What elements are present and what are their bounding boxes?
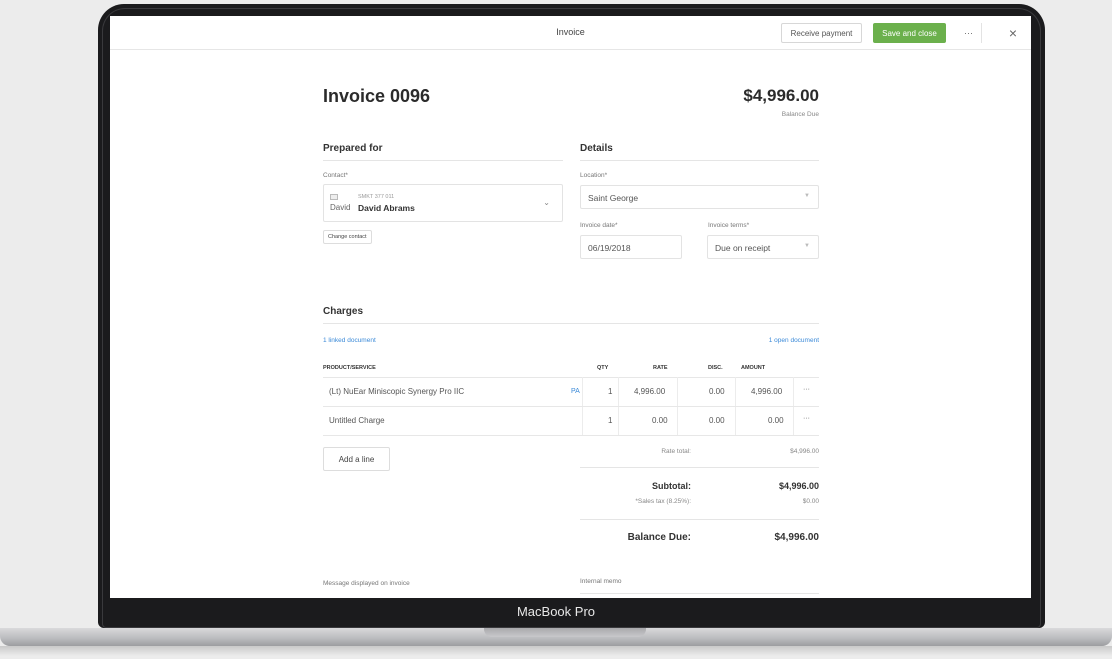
contact-name: David Abrams xyxy=(358,203,415,213)
invoice-balance-label: Balance Due xyxy=(781,111,819,118)
linked-document-link[interactable]: 1 linked document xyxy=(323,337,376,344)
column-rate: RATE xyxy=(653,365,668,371)
location-value: Saint George xyxy=(588,193,639,203)
prepared-for-heading: Prepared for xyxy=(323,143,563,161)
rate-total-value: $4,996.00 xyxy=(790,448,819,455)
totals-divider xyxy=(580,467,819,468)
row-rate[interactable]: 0.00 xyxy=(652,416,668,425)
table-divider xyxy=(323,435,819,436)
table-divider xyxy=(323,406,819,407)
subtotal-label: Subtotal: xyxy=(652,481,691,491)
broken-image-icon xyxy=(330,194,338,200)
charges-heading: Charges xyxy=(323,306,819,324)
invoice-date-value: 06/19/2018 xyxy=(588,243,631,253)
avatar-alt: David xyxy=(330,203,351,212)
row-menu-icon[interactable]: ··· xyxy=(803,386,810,393)
sales-tax-value: $0.00 xyxy=(802,498,819,505)
balance-due-label: Balance Due: xyxy=(627,532,691,543)
more-options-icon[interactable]: ··· xyxy=(956,23,982,43)
row-tag: PA xyxy=(571,388,580,395)
chevron-down-icon: ⌄ xyxy=(543,198,550,207)
row-menu-icon[interactable]: ··· xyxy=(803,415,810,422)
column-qty: QTY xyxy=(597,365,609,371)
sales-tax-label: *Sales tax (8.25%): xyxy=(635,498,691,505)
save-and-close-button[interactable]: Save and close xyxy=(873,23,946,43)
row-product[interactable]: Untitled Charge xyxy=(329,416,385,425)
change-contact-button[interactable]: Change contact xyxy=(323,230,372,244)
contact-select[interactable]: David SMKT 377 011 David Abrams ⌄ xyxy=(323,184,563,222)
invoice-balance: $4,996.00 xyxy=(743,86,819,105)
subtotal-value: $4,996.00 xyxy=(778,481,819,491)
screen: Invoice Receive payment Save and close ·… xyxy=(110,16,1031,598)
avatar: David xyxy=(330,193,352,213)
table-divider xyxy=(323,377,819,378)
contact-id: SMKT 377 011 xyxy=(358,194,395,200)
invoice-terms-select[interactable]: Due on receipt ▼ xyxy=(707,235,819,259)
receive-payment-button[interactable]: Receive payment xyxy=(781,23,862,43)
row-amount[interactable]: 4,996.00 xyxy=(751,387,782,396)
column-amount: AMOUNT xyxy=(741,365,766,371)
invoice-terms-label: Invoice terms* xyxy=(708,222,750,229)
invoice-terms-value: Due on receipt xyxy=(715,243,771,253)
row-disc[interactable]: 0.00 xyxy=(709,416,725,425)
row-qty[interactable]: 1 xyxy=(608,416,612,425)
contact-label: Contact* xyxy=(323,172,348,179)
row-amount[interactable]: 0.00 xyxy=(768,416,784,425)
add-line-button[interactable]: Add a line xyxy=(323,447,390,471)
row-disc[interactable]: 0.00 xyxy=(709,387,725,396)
balance-due-value: $4,996.00 xyxy=(774,532,820,543)
invoice-date-label: Invoice date* xyxy=(580,222,618,229)
app-header: Invoice Receive payment Save and close ·… xyxy=(110,16,1031,50)
totals-divider xyxy=(580,519,819,520)
device-label: MacBook Pro xyxy=(516,604,596,619)
rate-total-label: Rate total: xyxy=(661,448,691,455)
message-label: Message displayed on invoice xyxy=(323,580,410,587)
row-rate[interactable]: 4,996.00 xyxy=(634,387,665,396)
internal-memo-label: Internal memo xyxy=(580,578,622,585)
column-product: PRODUCT/SERVICE xyxy=(323,365,376,371)
column-disc: DISC. xyxy=(708,365,723,371)
location-select[interactable]: Saint George ▼ xyxy=(580,185,819,209)
chevron-down-icon: ▼ xyxy=(804,243,810,249)
close-icon[interactable]: × xyxy=(1003,24,1023,42)
location-label: Location* xyxy=(580,172,608,179)
invoice-date-input[interactable]: 06/19/2018 xyxy=(580,235,682,259)
invoice-title: Invoice 0096 xyxy=(323,86,431,106)
open-document-link[interactable]: 1 open document xyxy=(769,337,819,344)
chevron-down-icon: ▼ xyxy=(804,193,810,199)
memo-field[interactable] xyxy=(580,593,819,594)
laptop-notch xyxy=(484,628,646,637)
details-heading: Details xyxy=(580,143,819,161)
row-product[interactable]: (Lt) NuEar Miniscopic Synergy Pro IIC xyxy=(329,387,464,396)
row-qty[interactable]: 1 xyxy=(608,387,612,396)
